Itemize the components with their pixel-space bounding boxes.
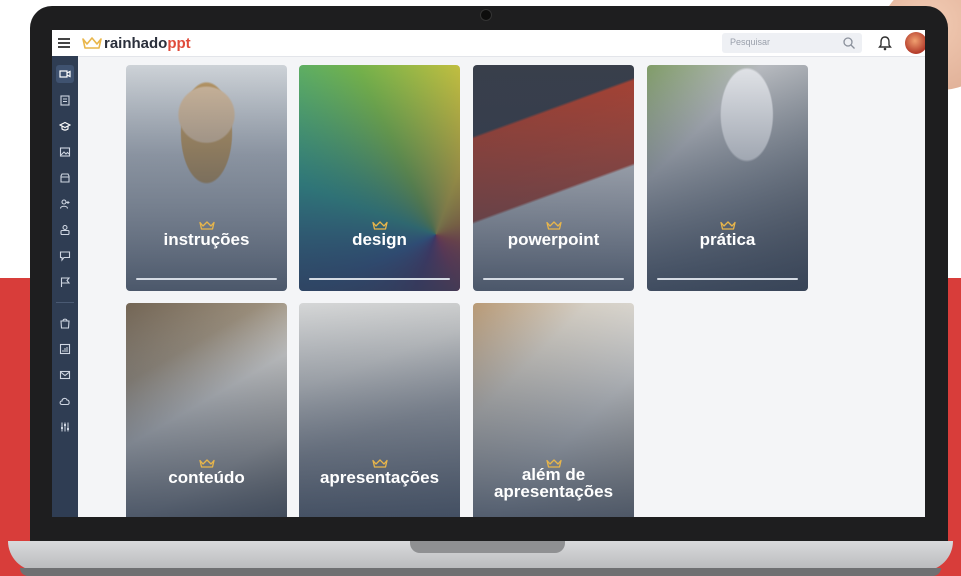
card-title: conteúdo [168, 468, 245, 487]
sidebar-divider [56, 302, 74, 303]
chart-icon[interactable] [56, 340, 74, 358]
cloud-icon[interactable] [56, 392, 74, 410]
notification-bell-icon[interactable] [878, 35, 892, 51]
crown-icon [719, 221, 736, 230]
card-title: instruções [163, 230, 250, 249]
image-icon[interactable] [56, 143, 74, 161]
users-icon[interactable] [56, 221, 74, 239]
card-title: apresentações [319, 468, 440, 487]
card-pratica[interactable]: prática [647, 65, 808, 291]
archive-icon[interactable] [56, 169, 74, 187]
card-overlay [126, 65, 287, 291]
search-icon[interactable] [842, 36, 856, 50]
brand-logo[interactable]: rainhado ppt [82, 34, 191, 52]
crown-icon [82, 37, 102, 49]
card-progress-bar [483, 278, 624, 280]
chat-icon[interactable] [56, 247, 74, 265]
card-alem-de-apresentacoes[interactable]: além de apresentações [473, 303, 634, 517]
sliders-icon[interactable] [56, 418, 74, 436]
logo-text-main: rainhado [104, 34, 168, 52]
flag-icon[interactable] [56, 273, 74, 291]
card-powerpoint[interactable]: powerpoint [473, 65, 634, 291]
crown-icon [198, 459, 215, 468]
laptop-notch [410, 541, 565, 553]
clipboard-icon[interactable] [56, 91, 74, 109]
card-overlay [299, 65, 460, 291]
card-apresentacoes[interactable]: apresentações [299, 303, 460, 517]
card-conteudo[interactable]: conteúdo [126, 303, 287, 517]
card-progress-bar [136, 278, 277, 280]
crown-icon [371, 459, 388, 468]
crown-icon [198, 221, 215, 230]
card-instrucoes[interactable]: instruções [126, 65, 287, 291]
card-title: powerpoint [507, 230, 600, 249]
card-progress-bar [657, 278, 798, 280]
mail-icon[interactable] [56, 366, 74, 384]
card-overlay [647, 65, 808, 291]
user-avatar[interactable] [905, 32, 925, 54]
card-title: além de apresentações [493, 465, 614, 501]
app-screen: rainhado ppt Pesquisar instruções design… [52, 30, 925, 517]
card-title: design [352, 230, 407, 249]
card-title: prática [699, 230, 756, 249]
bag-icon[interactable] [56, 314, 74, 332]
graduation-cap-icon[interactable] [56, 117, 74, 135]
logo-text-accent: ppt [167, 34, 191, 52]
sidebar [52, 56, 78, 517]
search-box[interactable]: Pesquisar [722, 33, 862, 53]
video-icon[interactable] [56, 65, 74, 83]
card-design[interactable]: design [299, 65, 460, 291]
webcam [480, 9, 492, 21]
crown-icon [545, 221, 562, 230]
crown-icon [371, 221, 388, 230]
top-bar: rainhado ppt Pesquisar [52, 30, 925, 57]
laptop-base-shadow [20, 568, 941, 576]
hamburger-menu-icon[interactable] [58, 36, 70, 50]
card-progress-bar [309, 278, 450, 280]
add-user-icon[interactable] [56, 195, 74, 213]
search-input[interactable]: Pesquisar [730, 37, 770, 47]
card-overlay [473, 65, 634, 291]
